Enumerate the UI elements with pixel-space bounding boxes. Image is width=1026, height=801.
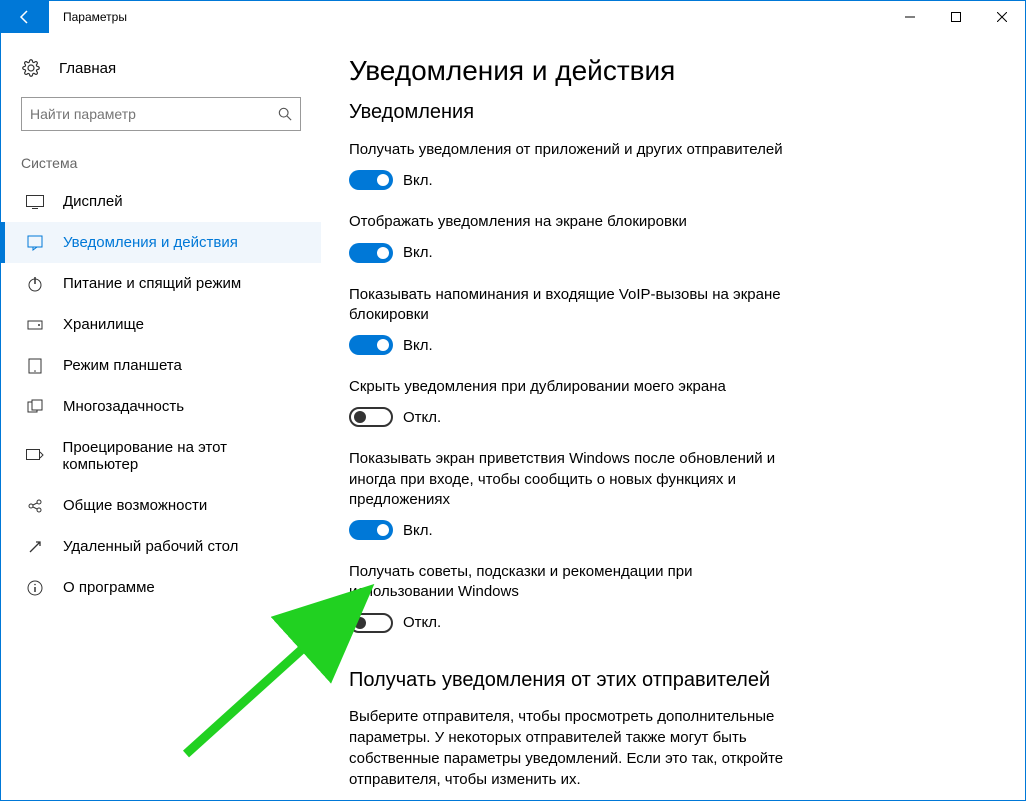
minimize-button[interactable]: [887, 1, 933, 33]
home-nav[interactable]: Главная: [1, 51, 321, 85]
toggle-state: Вкл.: [403, 337, 433, 354]
toggle-switch[interactable]: [349, 170, 393, 190]
monitor-icon: [25, 195, 45, 209]
sidebar-item-notifications[interactable]: Уведомления и действия: [1, 222, 321, 263]
info-icon: [25, 580, 45, 596]
multitask-icon: [25, 399, 45, 415]
titlebar: Параметры: [1, 1, 1025, 33]
toggle-label: Получать уведомления от приложений и дру…: [349, 140, 789, 160]
toggle-switch[interactable]: [349, 613, 393, 633]
toggle-switch[interactable]: [349, 243, 393, 263]
sidebar-item-shared[interactable]: Общие возможности: [1, 485, 321, 526]
toggle-state: Откл.: [403, 409, 441, 426]
senders-description: Выберите отправителя, чтобы просмотреть …: [349, 706, 809, 790]
toggle-tips: Получать советы, подсказки и рекомендаци…: [349, 562, 985, 633]
tablet-icon: [25, 358, 45, 374]
search-icon: [278, 107, 292, 121]
sidebar-item-about[interactable]: О программе: [1, 567, 321, 608]
toggle-label: Показывать экран приветствия Windows пос…: [349, 449, 789, 510]
toggle-welcome-screen: Показывать экран приветствия Windows пос…: [349, 449, 985, 540]
close-icon: [997, 12, 1007, 22]
sidebar-item-label: Питание и спящий режим: [63, 275, 241, 292]
toggle-label: Показывать напоминания и входящие VoIP-в…: [349, 285, 789, 326]
gear-icon: [21, 59, 41, 77]
main-content: Уведомления и действия Уведомления Получ…: [321, 33, 1025, 800]
sidebar: Главная Система Дисплей Уведомления и де…: [1, 33, 321, 800]
page-title: Уведомления и действия: [349, 55, 985, 87]
section-senders: Получать уведомления от этих отправителе…: [349, 669, 985, 692]
sidebar-item-label: Дисплей: [63, 193, 123, 210]
toggle-label: Получать советы, подсказки и рекомендаци…: [349, 562, 789, 603]
back-button[interactable]: [1, 1, 49, 33]
storage-icon: [25, 317, 45, 333]
sidebar-group-header: Система: [1, 155, 321, 181]
search-box[interactable]: [21, 97, 301, 131]
sidebar-item-label: Уведомления и действия: [63, 234, 238, 251]
sidebar-item-label: Многозадачность: [63, 398, 184, 415]
home-label: Главная: [59, 60, 116, 77]
project-icon: [25, 449, 45, 463]
sidebar-item-tablet[interactable]: Режим планшета: [1, 345, 321, 386]
power-icon: [25, 276, 45, 292]
toggle-state: Вкл.: [403, 172, 433, 189]
toggle-voip-lockscreen: Показывать напоминания и входящие VoIP-в…: [349, 285, 985, 356]
toggle-state: Вкл.: [403, 244, 433, 261]
minimize-icon: [905, 12, 915, 22]
toggle-switch[interactable]: [349, 520, 393, 540]
sidebar-item-label: Хранилище: [63, 316, 144, 333]
arrow-left-icon: [17, 9, 33, 25]
toggle-get-notifications: Получать уведомления от приложений и дру…: [349, 140, 985, 190]
toggle-hide-duplication: Скрыть уведомления при дублировании моег…: [349, 377, 985, 427]
sidebar-item-display[interactable]: Дисплей: [1, 181, 321, 222]
maximize-icon: [951, 12, 961, 22]
notification-icon: [25, 235, 45, 251]
sidebar-item-label: Проецирование на этот компьютер: [63, 439, 301, 473]
toggle-state: Вкл.: [403, 522, 433, 539]
sidebar-item-label: Удаленный рабочий стол: [63, 538, 238, 555]
sidebar-item-label: Режим планшета: [63, 357, 182, 374]
sidebar-item-projecting[interactable]: Проецирование на этот компьютер: [1, 427, 321, 485]
toggle-switch[interactable]: [349, 335, 393, 355]
sidebar-item-multitasking[interactable]: Многозадачность: [1, 386, 321, 427]
maximize-button[interactable]: [933, 1, 979, 33]
sidebar-item-label: Общие возможности: [63, 497, 207, 514]
toggle-state: Откл.: [403, 614, 441, 631]
section-notifications: Уведомления: [349, 101, 985, 124]
share-icon: [25, 498, 45, 514]
toggle-label: Отображать уведомления на экране блокиро…: [349, 212, 789, 232]
toggle-lockscreen-notifications: Отображать уведомления на экране блокиро…: [349, 212, 985, 262]
title-drag-area[interactable]: [127, 1, 887, 33]
sidebar-item-label: О программе: [63, 579, 155, 596]
sidebar-item-storage[interactable]: Хранилище: [1, 304, 321, 345]
close-button[interactable]: [979, 1, 1025, 33]
window-title: Параметры: [49, 1, 127, 33]
toggle-label: Скрыть уведомления при дублировании моег…: [349, 377, 789, 397]
toggle-switch[interactable]: [349, 407, 393, 427]
remote-icon: [25, 539, 45, 555]
sidebar-item-power[interactable]: Питание и спящий режим: [1, 263, 321, 304]
search-input[interactable]: [30, 106, 278, 122]
sidebar-item-remote[interactable]: Удаленный рабочий стол: [1, 526, 321, 567]
